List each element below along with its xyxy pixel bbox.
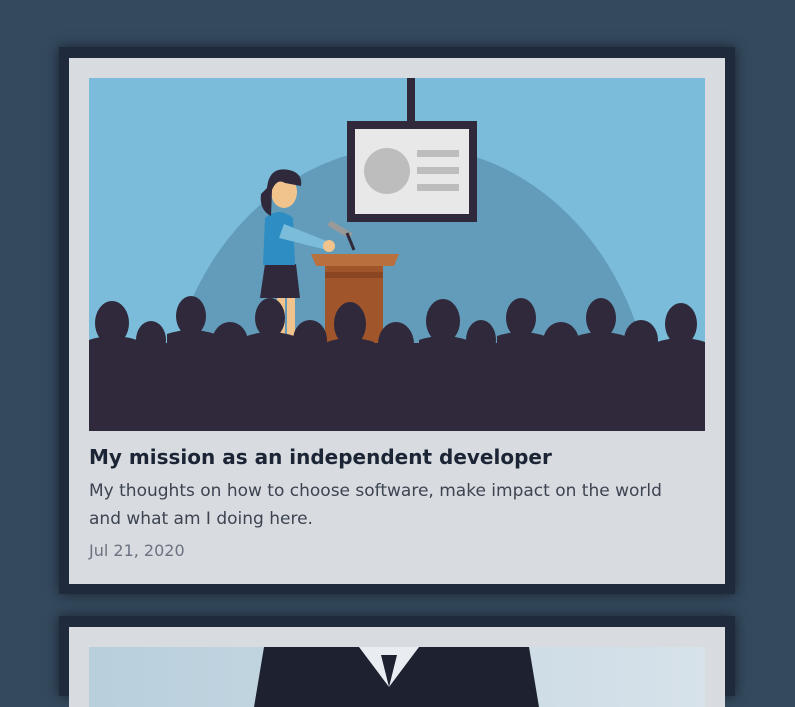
presentation-illustration-icon[interactable] <box>89 78 705 431</box>
post-description: My thoughts on how to choose software, m… <box>89 481 662 529</box>
post-title[interactable]: My mission as an independent developer <box>89 442 705 472</box>
person-in-suit-photo-icon[interactable] <box>89 647 705 707</box>
post-card[interactable]: My mission as an independent developer M… <box>69 58 725 584</box>
post-card[interactable] <box>69 627 725 707</box>
post-card-frame <box>59 616 735 707</box>
post-date: Jul 21, 2020 <box>89 541 185 560</box>
post-card-frame: My mission as an independent developer M… <box>59 47 735 594</box>
